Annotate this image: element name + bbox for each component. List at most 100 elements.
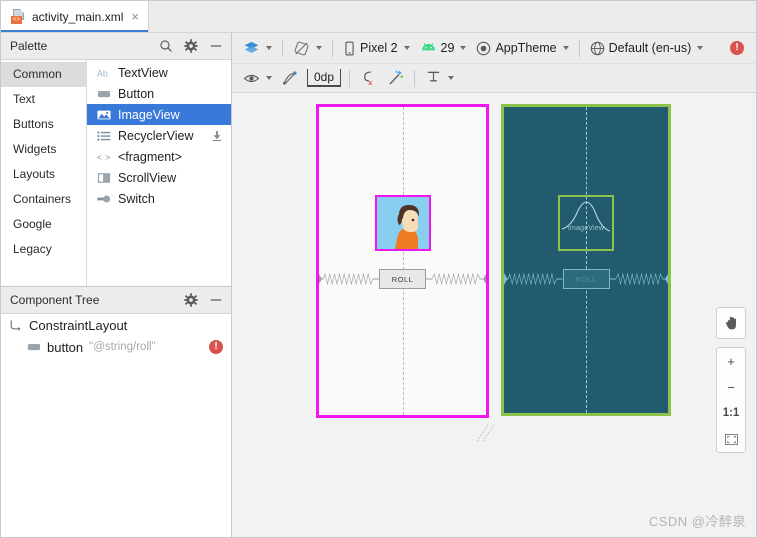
phone-icon	[343, 41, 356, 56]
toolbar-error-button[interactable]: !	[725, 37, 756, 59]
component-tree-title: Component Tree	[10, 293, 184, 307]
constraint-spring-left	[319, 272, 379, 286]
constraint-row: ROLL	[504, 266, 668, 292]
close-icon[interactable]: ×	[131, 10, 139, 23]
android-studio-layout-editor: <> activity_main.xml × Palette	[0, 0, 757, 538]
pan-tool-group	[716, 307, 746, 339]
download-icon[interactable]	[211, 130, 223, 142]
zoom-actual-size-button[interactable]: 1:1	[717, 400, 745, 426]
tree-node-label: ConstraintLayout	[29, 318, 127, 333]
theme-selector-button[interactable]: AppTheme	[471, 37, 573, 59]
left-tool-column: Palette	[1, 33, 232, 537]
vertical-guideline	[403, 107, 404, 415]
fragment-icon: < >	[97, 150, 111, 164]
editor-tab-label: activity_main.xml	[32, 10, 123, 24]
constraint-spring-right	[610, 272, 669, 286]
palette-category-widgets[interactable]: Widgets	[1, 137, 86, 162]
design-preview-surface[interactable]: ROLL	[316, 104, 489, 418]
image-view-widget[interactable]: ImageView	[558, 195, 614, 251]
palette-category-common[interactable]: Common	[1, 62, 86, 87]
gear-icon[interactable]	[184, 293, 198, 307]
locale-label: Default (en-us)	[609, 41, 692, 55]
design-surface-mode-button[interactable]	[238, 37, 277, 59]
palette-item-label: <fragment>	[118, 150, 223, 164]
palette-item-scrollview[interactable]: ScrollView	[87, 167, 231, 188]
palette-category-text[interactable]: Text	[1, 87, 86, 112]
palette-category-layouts[interactable]: Layouts	[1, 162, 86, 187]
roll-button-widget[interactable]: ROLL	[379, 269, 426, 289]
view-options-button[interactable]	[238, 67, 277, 89]
palette-item-switch[interactable]: Switch	[87, 188, 231, 209]
image-view-label: ImageView	[560, 225, 612, 232]
palette-item-label: ImageView	[118, 108, 223, 122]
tree-node-label: button	[47, 340, 83, 355]
canvas-float-toolbar: + − 1:1	[717, 307, 745, 453]
svg-text:< >: < >	[97, 152, 111, 163]
gear-icon[interactable]	[184, 39, 198, 53]
editor-tab-bar: <> activity_main.xml ×	[1, 1, 756, 33]
zoom-in-button[interactable]: +	[717, 348, 745, 374]
clear-constraints-icon	[282, 70, 299, 86]
palette-category-containers[interactable]: Containers	[1, 187, 86, 212]
android-icon	[420, 42, 437, 55]
design-surface-icon	[243, 40, 260, 57]
palette-widget-list: Ab TextView Button	[87, 60, 231, 286]
minimize-icon[interactable]	[209, 293, 223, 307]
button-icon	[97, 87, 111, 101]
tree-node-constraintlayout[interactable]: ConstraintLayout	[1, 314, 231, 336]
tree-node-button[interactable]: button "@string/roll" !	[1, 336, 231, 358]
image-placeholder-icon	[560, 197, 612, 249]
editor-body: Palette	[1, 33, 756, 537]
palette-category-list: Common Text Buttons Widgets Layouts Cont…	[1, 60, 87, 286]
api-level-selector-button[interactable]: 29	[415, 37, 472, 59]
image-view-widget[interactable]	[375, 195, 431, 251]
search-icon[interactable]	[159, 39, 173, 53]
palette-item-recyclerview[interactable]: RecyclerView	[87, 125, 231, 146]
default-margin-button[interactable]: 0dp	[307, 69, 341, 87]
design-toolbar-secondary: 0dp x	[232, 64, 756, 93]
zoom-fit-button[interactable]	[717, 426, 745, 452]
orientation-button[interactable]	[288, 37, 327, 59]
component-tree-header: Component Tree	[1, 287, 231, 314]
device-selector-button[interactable]: Pixel 2	[338, 37, 415, 59]
globe-icon	[590, 41, 605, 56]
constraint-row: ROLL	[319, 266, 486, 292]
infer-constraints-button[interactable]	[382, 67, 409, 89]
minimize-icon[interactable]	[209, 39, 223, 53]
autoconnect-off-icon: x	[360, 70, 377, 86]
palette-item-imageview[interactable]: ImageView	[87, 104, 231, 125]
palette-category-buttons[interactable]: Buttons	[1, 112, 86, 137]
blueprint-preview-surface[interactable]: ImageView ROLL	[501, 104, 671, 416]
device-name-label: Pixel 2	[360, 41, 398, 55]
palette-category-google[interactable]: Google	[1, 212, 86, 237]
constraint-spring-right	[426, 272, 486, 286]
switch-icon	[97, 192, 111, 206]
pan-button[interactable]	[717, 308, 745, 338]
button-icon	[27, 340, 41, 354]
palette-item-textview[interactable]: Ab TextView	[87, 62, 231, 83]
palette-category-legacy[interactable]: Legacy	[1, 237, 86, 262]
component-tree-panel: ConstraintLayout button "@string/roll" !	[1, 314, 231, 537]
recyclerview-icon	[97, 129, 111, 143]
clear-constraints-button[interactable]	[277, 67, 304, 89]
align-button[interactable]	[420, 67, 459, 89]
design-editor-column: Pixel 2 29	[232, 33, 756, 537]
editor-tab-activity-main-xml[interactable]: <> activity_main.xml ×	[1, 1, 149, 32]
autoconnect-button[interactable]: x	[355, 67, 382, 89]
palette-item-label: TextView	[118, 66, 223, 80]
canvas-resize-handle[interactable]	[475, 423, 497, 443]
palette-item-button[interactable]: Button	[87, 83, 231, 104]
palette-item-fragment[interactable]: < > <fragment>	[87, 146, 231, 167]
palette-title: Palette	[10, 39, 159, 53]
design-canvas[interactable]: ROLL ImageView	[232, 93, 756, 537]
palette-item-label: Switch	[118, 192, 223, 206]
error-badge-icon[interactable]: !	[209, 340, 223, 354]
locale-selector-button[interactable]: Default (en-us)	[585, 37, 709, 59]
svg-text:x: x	[368, 78, 373, 86]
zoom-out-button[interactable]: −	[717, 374, 745, 400]
vertical-guideline	[586, 107, 587, 413]
xml-layout-file-icon: <>	[11, 9, 26, 24]
roll-button-widget[interactable]: ROLL	[563, 269, 610, 289]
theme-label: AppTheme	[495, 41, 556, 55]
fit-to-screen-icon	[724, 432, 739, 447]
